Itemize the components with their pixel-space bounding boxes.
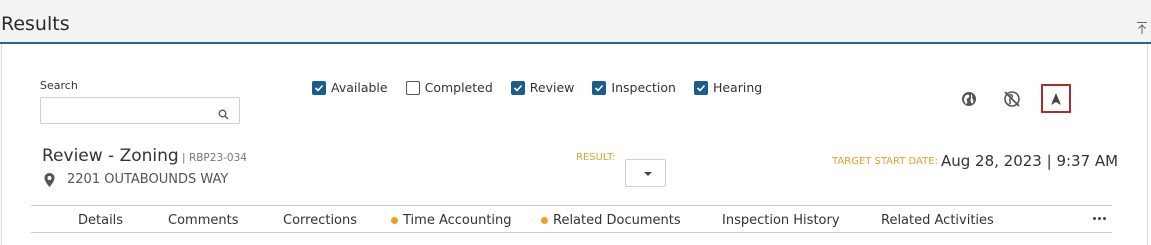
tab-inspection-history[interactable]: Inspection History	[722, 213, 840, 228]
result-label: RESULT:	[576, 152, 616, 163]
search-label: Search	[40, 79, 78, 92]
filter-available[interactable]: Available	[312, 80, 388, 95]
navigation-arrow-icon[interactable]	[1041, 84, 1071, 113]
address-text: 2201 OUTABOUNDS WAY	[67, 172, 229, 187]
tab-label: Inspection History	[722, 213, 840, 228]
results-header: Results	[0, 0, 1151, 44]
result-select[interactable]	[625, 159, 666, 187]
tab-related-documents[interactable]: Related Documents	[541, 213, 681, 228]
tab-time-accounting[interactable]: Time Accounting	[391, 213, 512, 228]
filter-label: Hearing	[712, 80, 763, 95]
page-title: Results	[1, 13, 70, 35]
globe-off-icon[interactable]	[1002, 89, 1022, 109]
record-separator: |	[178, 152, 189, 164]
checkbox-hearing[interactable]	[693, 80, 708, 95]
checkbox-completed[interactable]	[405, 80, 420, 95]
checkbox-review[interactable]	[510, 80, 525, 95]
tab-label: Details	[78, 213, 124, 228]
unsaved-dot-icon	[541, 217, 548, 224]
filter-label: Inspection	[611, 80, 676, 95]
chevron-down-icon	[644, 172, 652, 176]
unsaved-dot-icon	[391, 217, 398, 224]
record-tabs: Details Comments Corrections Time Accoun…	[31, 205, 1112, 233]
filter-hearing[interactable]: Hearing	[693, 80, 763, 95]
tab-details[interactable]: Details	[78, 213, 123, 228]
tab-label: Comments	[168, 213, 239, 228]
target-start-date-value: Aug 28, 2023 | 9:37 AM	[941, 152, 1119, 170]
filter-inspection[interactable]: Inspection	[592, 80, 676, 95]
record-title: Review - Zoning | RBP23-034	[42, 146, 247, 166]
target-start-date-label: TARGET START DATE:	[832, 156, 938, 167]
tab-label: Corrections	[283, 213, 358, 228]
tab-label: Related Documents	[553, 213, 681, 228]
checkbox-available[interactable]	[312, 80, 326, 95]
record-address: 2201 OUTABOUNDS WAY	[44, 172, 228, 187]
tab-label: Related Activities	[881, 213, 994, 228]
record-name: Review - Zoning	[42, 146, 179, 166]
filter-label: Completed	[424, 80, 493, 95]
checkbox-inspection[interactable]	[592, 80, 607, 95]
tab-corrections[interactable]: Corrections	[283, 213, 357, 228]
tab-comments[interactable]: Comments	[168, 213, 238, 228]
tab-label: Time Accounting	[403, 213, 512, 228]
collapse-icon[interactable]	[1136, 20, 1148, 34]
status-filters: Available Completed Review Inspection He…	[312, 80, 780, 95]
filter-label: Review	[529, 80, 575, 95]
globe-icon[interactable]	[959, 89, 979, 109]
search-input[interactable]	[40, 97, 240, 124]
filter-completed[interactable]: Completed	[405, 80, 493, 95]
record-id: RBP23-034	[188, 152, 247, 164]
filter-label: Available	[331, 80, 388, 95]
more-icon[interactable]	[1091, 217, 1106, 220]
search-icon[interactable]	[218, 105, 229, 120]
map-pin-icon	[44, 172, 55, 187]
filter-review[interactable]: Review	[510, 80, 575, 95]
tab-related-activities[interactable]: Related Activities	[881, 213, 994, 228]
